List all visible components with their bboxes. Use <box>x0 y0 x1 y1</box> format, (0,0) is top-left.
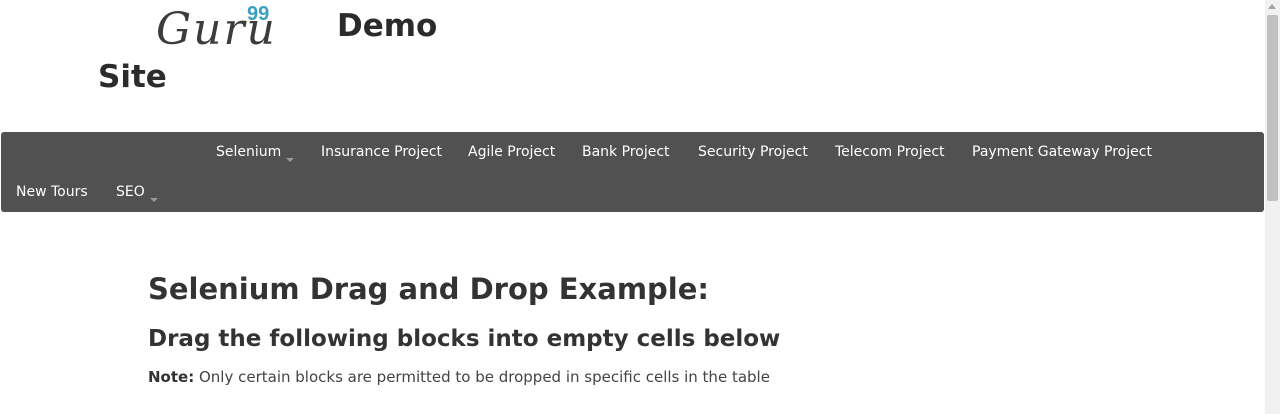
chevron-down-icon <box>149 198 158 202</box>
site-title-site: Site <box>98 59 167 95</box>
nav-item-seo[interactable]: SEO <box>116 184 158 202</box>
nav-item-label: Selenium <box>216 144 282 160</box>
nav-item-telecom-project[interactable]: Telecom Project <box>835 144 945 160</box>
note-label: Note: <box>148 368 195 386</box>
logo-superscript: 99 <box>247 3 270 25</box>
chevron-down-icon <box>286 158 295 162</box>
note-body: Only certain blocks are permitted to be … <box>198 368 770 386</box>
page-heading: Selenium Drag and Drop Example: <box>148 272 709 306</box>
nav-item-payment-gateway-project[interactable]: Payment Gateway Project <box>972 144 1152 160</box>
vertical-scrollbar[interactable] <box>1265 0 1280 414</box>
note-text: Note: Only certain blocks are permitted … <box>148 368 770 386</box>
main-navbar: Selenium Insurance Project Agile Project… <box>1 132 1264 212</box>
scroll-up-arrow-icon[interactable] <box>1268 4 1276 9</box>
nav-item-bank-project[interactable]: Bank Project <box>582 144 670 160</box>
nav-item-agile-project[interactable]: Agile Project <box>468 144 555 160</box>
site-title-demo: Demo <box>337 8 438 44</box>
nav-item-new-tours[interactable]: New Tours <box>16 184 88 200</box>
page-subheading: Drag the following blocks into empty cel… <box>148 326 781 352</box>
nav-item-selenium[interactable]: Selenium <box>216 144 295 162</box>
nav-item-label: SEO <box>116 184 145 200</box>
scrollbar-thumb[interactable] <box>1267 15 1278 201</box>
nav-item-security-project[interactable]: Security Project <box>698 144 808 160</box>
nav-item-insurance-project[interactable]: Insurance Project <box>321 144 442 160</box>
page: Guru 99 Demo Site Selenium Insurance Pro… <box>0 0 1280 414</box>
